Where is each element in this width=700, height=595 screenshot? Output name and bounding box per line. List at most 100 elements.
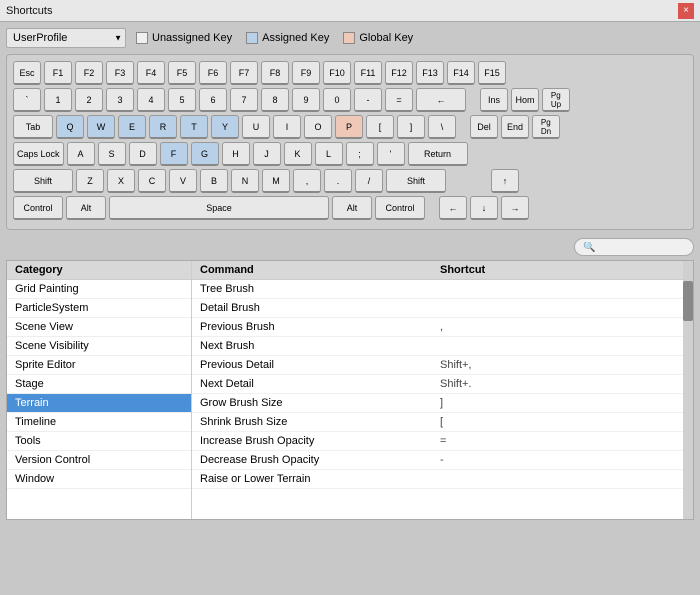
key-ralt[interactable]: Alt: [332, 196, 372, 220]
key-d[interactable]: D: [129, 142, 157, 166]
key-f5[interactable]: F5: [168, 61, 196, 85]
key-rshift[interactable]: Shift: [386, 169, 446, 193]
key-y[interactable]: Y: [211, 115, 239, 139]
right-scrollbar[interactable]: [683, 261, 693, 519]
key-w[interactable]: W: [87, 115, 115, 139]
table-row[interactable]: Detail Brush: [192, 299, 683, 318]
key-esc[interactable]: Esc: [13, 61, 41, 85]
key-space[interactable]: Space: [109, 196, 329, 220]
close-button[interactable]: ×: [678, 3, 694, 19]
key-q[interactable]: Q: [56, 115, 84, 139]
key-0[interactable]: 0: [323, 88, 351, 112]
category-item[interactable]: Grid Painting: [7, 280, 191, 299]
key-i[interactable]: I: [273, 115, 301, 139]
key-return[interactable]: Return: [408, 142, 468, 166]
key-backslash[interactable]: \: [428, 115, 456, 139]
key-e[interactable]: E: [118, 115, 146, 139]
table-row[interactable]: Raise or Lower Terrain: [192, 470, 683, 489]
key-period[interactable]: .: [324, 169, 352, 193]
key-f10[interactable]: F10: [323, 61, 351, 85]
key-f[interactable]: F: [160, 142, 188, 166]
table-row[interactable]: Previous DetailShift+,: [192, 356, 683, 375]
key-8[interactable]: 8: [261, 88, 289, 112]
key-f9[interactable]: F9: [292, 61, 320, 85]
key-ins[interactable]: Ins: [480, 88, 508, 112]
key-semicolon[interactable]: ;: [346, 142, 374, 166]
key-equals[interactable]: =: [385, 88, 413, 112]
key-del[interactable]: Del: [470, 115, 498, 139]
key-rbracket[interactable]: ]: [397, 115, 425, 139]
key-up[interactable]: ↑: [491, 169, 519, 193]
table-row[interactable]: Next DetailShift+.: [192, 375, 683, 394]
table-row[interactable]: Grow Brush Size]: [192, 394, 683, 413]
key-j[interactable]: J: [253, 142, 281, 166]
key-f6[interactable]: F6: [199, 61, 227, 85]
key-f14[interactable]: F14: [447, 61, 475, 85]
key-2[interactable]: 2: [75, 88, 103, 112]
key-c[interactable]: C: [138, 169, 166, 193]
key-9[interactable]: 9: [292, 88, 320, 112]
category-item[interactable]: Version Control: [7, 451, 191, 470]
key-f12[interactable]: F12: [385, 61, 413, 85]
key-u[interactable]: U: [242, 115, 270, 139]
key-f11[interactable]: F11: [354, 61, 382, 85]
key-k[interactable]: K: [284, 142, 312, 166]
key-right[interactable]: →: [501, 196, 529, 220]
key-tab[interactable]: Tab: [13, 115, 53, 139]
key-f7[interactable]: F7: [230, 61, 258, 85]
key-s[interactable]: S: [98, 142, 126, 166]
key-v[interactable]: V: [169, 169, 197, 193]
key-quote[interactable]: ': [377, 142, 405, 166]
key-pgdn[interactable]: PgDn: [532, 115, 560, 139]
key-down[interactable]: ↓: [470, 196, 498, 220]
key-left[interactable]: ←: [439, 196, 467, 220]
key-4[interactable]: 4: [137, 88, 165, 112]
profile-select[interactable]: UserProfile: [6, 28, 126, 48]
key-backspace[interactable]: ←: [416, 88, 466, 112]
table-row[interactable]: Previous Brush,: [192, 318, 683, 337]
key-l[interactable]: L: [315, 142, 343, 166]
category-item[interactable]: Scene Visibility: [7, 337, 191, 356]
table-row[interactable]: Shrink Brush Size[: [192, 413, 683, 432]
key-comma[interactable]: ,: [293, 169, 321, 193]
key-3[interactable]: 3: [106, 88, 134, 112]
category-item[interactable]: Scene View: [7, 318, 191, 337]
key-lbracket[interactable]: [: [366, 115, 394, 139]
key-pgup[interactable]: PgUp: [542, 88, 570, 112]
key-home[interactable]: Hom: [511, 88, 539, 112]
category-item[interactable]: Terrain: [7, 394, 191, 413]
key-f4[interactable]: F4: [137, 61, 165, 85]
profile-select-wrap[interactable]: UserProfile: [6, 28, 126, 48]
key-a[interactable]: A: [67, 142, 95, 166]
key-f8[interactable]: F8: [261, 61, 289, 85]
key-m[interactable]: M: [262, 169, 290, 193]
key-minus[interactable]: -: [354, 88, 382, 112]
key-z[interactable]: Z: [76, 169, 104, 193]
table-row[interactable]: Tree Brush: [192, 280, 683, 299]
category-item[interactable]: Stage: [7, 375, 191, 394]
key-f2[interactable]: F2: [75, 61, 103, 85]
key-x[interactable]: X: [107, 169, 135, 193]
key-o[interactable]: O: [304, 115, 332, 139]
table-row[interactable]: Decrease Brush Opacity-: [192, 451, 683, 470]
key-p[interactable]: P: [335, 115, 363, 139]
key-slash[interactable]: /: [355, 169, 383, 193]
category-item[interactable]: Sprite Editor: [7, 356, 191, 375]
key-f15[interactable]: F15: [478, 61, 506, 85]
category-item[interactable]: Tools: [7, 432, 191, 451]
key-1[interactable]: 1: [44, 88, 72, 112]
category-item[interactable]: ParticleSystem: [7, 299, 191, 318]
key-5[interactable]: 5: [168, 88, 196, 112]
key-h[interactable]: H: [222, 142, 250, 166]
category-item[interactable]: Timeline: [7, 413, 191, 432]
key-6[interactable]: 6: [199, 88, 227, 112]
key-backtick[interactable]: `: [13, 88, 41, 112]
search-input[interactable]: [574, 238, 694, 256]
key-lalt[interactable]: Alt: [66, 196, 106, 220]
table-row[interactable]: Next Brush: [192, 337, 683, 356]
category-item[interactable]: Window: [7, 470, 191, 489]
key-f1[interactable]: F1: [44, 61, 72, 85]
key-lshift[interactable]: Shift: [13, 169, 73, 193]
key-end[interactable]: End: [501, 115, 529, 139]
key-7[interactable]: 7: [230, 88, 258, 112]
